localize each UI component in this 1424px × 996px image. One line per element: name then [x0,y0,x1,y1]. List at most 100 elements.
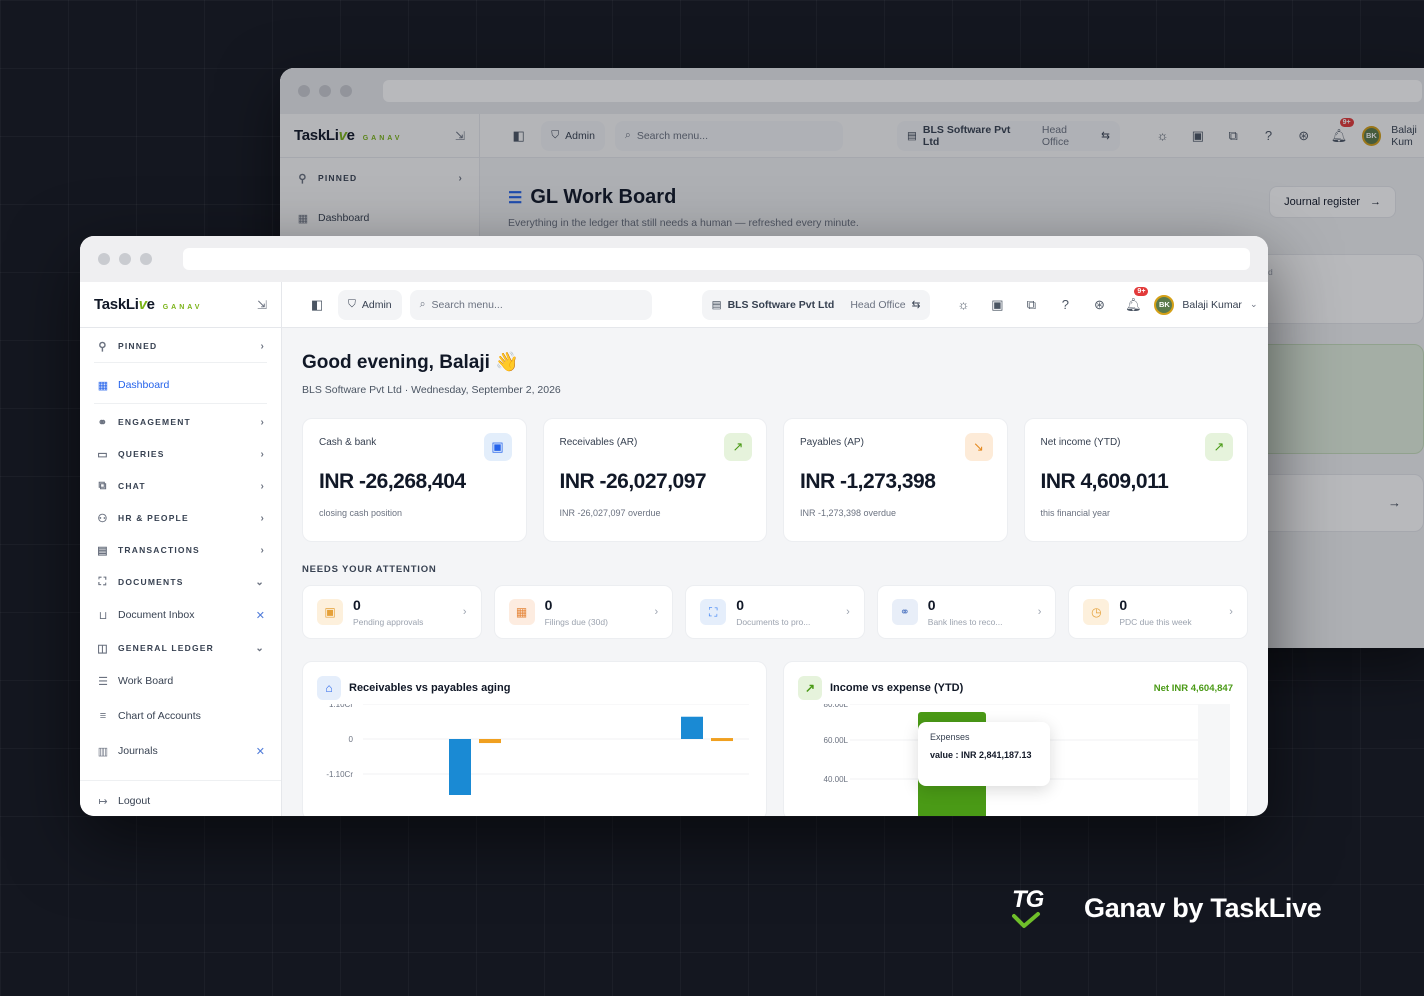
kpi-row: Cash & bank INR -26,268,404 closing cash… [302,418,1248,542]
sidebar-item-dashboard[interactable]: ▦ Dashboard [80,369,281,401]
attention-count: 0 [927,597,936,613]
tooltip-label: Expenses [930,732,970,742]
sidebar-item-documents[interactable]: ⛶ DOCUMENTS ⌄ [80,566,281,598]
shield-icon: ⛉ [551,129,560,141]
chart-tooltip: Expenses value : INR 2,841,187.13 [918,722,1050,786]
kpi-label: Payables (AP) [800,437,864,448]
chat-icon[interactable]: ⧉ [1221,123,1246,149]
support-icon[interactable]: ⊛ [1291,123,1316,149]
sidebar-item-chat[interactable]: ⧉ CHAT › [80,470,281,502]
help-icon[interactable]: ? [1256,123,1281,149]
attention-card-pdc[interactable]: ◷ 0 PDC due this week › [1068,585,1248,639]
sidebar-item-document-inbox[interactable]: ⊔ Document Inbox ✕ [80,598,281,632]
clock-icon: ◷ [1083,599,1110,625]
company-switcher[interactable]: ▤ BLS Software Pvt Ltd Head Office ⇆ [701,289,931,320]
clipboard-icon: ▣ [317,599,343,625]
sidebar-item-dashboard[interactable]: ▦ Dashboard [280,202,479,234]
sidebar-item-pinned[interactable]: ⚲ PINNED › [280,162,479,194]
clipboard-icon[interactable]: ▣ [984,292,1010,318]
sidebar-toggle-icon[interactable]: ◧ [304,292,330,318]
window-minimize-dot[interactable] [319,85,331,97]
kpi-card-receivables[interactable]: Receivables (AR) INR -26,027,097 INR -26… [542,418,767,542]
unpin-icon[interactable]: ✕ [256,745,265,758]
attention-count: 0 [736,597,744,613]
chevron-down-icon[interactable]: ⌄ [1250,299,1258,310]
attention-label: Bank lines to reco... [927,617,1003,627]
sidebar-item-engagement[interactable]: ⚭ ENGAGEMENT › [80,406,281,438]
inbox-icon: ⊔ [98,609,108,622]
sidebar-item-transactions[interactable]: ▤ TRANSACTIONS › [80,534,281,566]
sidebar-item-hr-people[interactable]: ⚇ HR & PEOPLE › [80,502,281,534]
bar [681,716,703,739]
address-bar[interactable] [183,248,1250,270]
page-subtitle: Everything in the ledger that still need… [508,217,859,229]
tooltip-value: value : INR 2,841,187.13 [930,750,1032,760]
unpin-icon[interactable]: ✕ [256,609,265,622]
attention-count: 0 [544,597,553,613]
collapse-icon[interactable]: ⇲ [257,298,267,312]
footer-brand: TG Ganav by TaskLive [1012,886,1322,930]
window-close-dot[interactable] [98,253,110,265]
kpi-note: INR -26,027,097 overdue [559,508,661,518]
section-label-attention: NEEDS YOUR ATTENTION [302,564,437,575]
sidebar-item-general-ledger[interactable]: ◫ GENERAL LEDGER ⌄ [80,632,281,664]
chat-icon[interactable]: ⧉ [1018,292,1044,318]
kpi-card-payables[interactable]: Payables (AP) INR -1,273,398 INR -1,273,… [783,418,1008,542]
bell-icon[interactable]: 🔔︎ 9+ [1120,286,1149,318]
collapse-icon[interactable]: ⇲ [455,129,465,143]
address-bar[interactable] [383,80,1422,102]
sidebar-item-queries[interactable]: ▭ QUERIES › [80,438,281,470]
window-maximize-dot[interactable] [140,253,152,265]
window-maximize-dot[interactable] [340,85,352,97]
attention-label: Documents to pro... [736,617,811,627]
journal-register-button[interactable]: Journal register → [1269,186,1396,218]
attention-card-documents[interactable]: ⛶ 0 Documents to pro... › [685,585,865,639]
sidebar-item-pinned[interactable]: ⚲ PINNED › [80,332,281,360]
sidebar: ⚲ PINNED › ▦ Dashboard ⚭ ENGAGEMENT › ▭ QUERIE… [80,328,282,816]
building-icon: ▤ [906,129,917,142]
clipboard-icon[interactable]: ▣ [1185,123,1210,149]
theme-icon[interactable]: ☼ [950,292,976,318]
chart-header: ↗ Income vs expense (YTD) Net INR 4,604,… [784,662,1247,700]
search-input[interactable]: ⌕ Search menu... [614,120,843,151]
sidebar-toggle-icon[interactable]: ◧ [506,123,531,149]
sidebar-item-journals[interactable]: ▥ Journals ✕ [80,734,281,768]
company-switcher[interactable]: ▤ BLS Software Pvt Ltd Head Office ⇆ [896,120,1120,151]
attention-card-bank-lines[interactable]: ⚭ 0 Bank lines to reco... › [876,585,1057,639]
theme-icon[interactable]: ☼ [1150,123,1175,149]
swap-icon: ⇆ [911,298,921,311]
greeting: Good evening, Balaji 👋 [302,352,519,373]
calendar-icon: ▦ [508,599,535,625]
brand-logo: TaskLive GANAV [294,127,403,144]
support-icon[interactable]: ⊛ [1086,292,1112,318]
search-input[interactable]: ⌕ Search menu... [409,289,652,320]
help-icon[interactable]: ? [1052,292,1078,318]
user-name[interactable]: Balaji Kumar [1182,299,1242,311]
window-minimize-dot[interactable] [119,253,131,265]
kpi-card-cash[interactable]: Cash & bank INR -26,268,404 closing cash… [302,418,527,542]
shield-icon: ⛉ [348,298,356,310]
window-close-dot[interactable] [298,85,310,97]
wallet-icon: ▣ [483,433,512,461]
y-tick-label: 60.00L [824,736,849,745]
avatar[interactable]: BK [1361,125,1382,146]
admin-button[interactable]: ⛉ Admin [541,120,605,151]
sidebar-item-chart-of-accounts[interactable]: ≡ Chart of Accounts [80,698,281,734]
admin-button[interactable]: ⛉ Admin [338,289,402,320]
attention-card-filings[interactable]: ▦ 0 Filings due (30d) › [493,585,674,639]
bell-icon[interactable]: 🔔︎ 9+ [1326,117,1354,149]
chart-card-aging: ⌂ Receivables vs payables aging 1.10Cr 0 -… [302,661,767,816]
attention-card-approvals[interactable]: ▣ 0 Pending approvals › [302,585,482,639]
chevron-right-icon: › [260,448,265,460]
trending-up-icon: ↗ [798,676,822,700]
avatar[interactable]: BK [1154,294,1175,315]
chevron-right-icon: › [1037,606,1042,618]
logout-button[interactable]: ↦ Logout [80,785,281,816]
user-name[interactable]: Balaji Kum [1391,124,1424,148]
back-arrow-card[interactable]: → [1254,474,1424,532]
brand-cell: TaskLive GANAV ⇲ [80,282,282,327]
sidebar-item-work-board[interactable]: ☰ Work Board [80,664,281,698]
chevron-right-icon: › [1229,606,1233,618]
arrow-right-icon: → [1388,495,1401,510]
kpi-card-net-income[interactable]: Net income (YTD) INR 4,609,011 this fina… [1023,418,1248,542]
